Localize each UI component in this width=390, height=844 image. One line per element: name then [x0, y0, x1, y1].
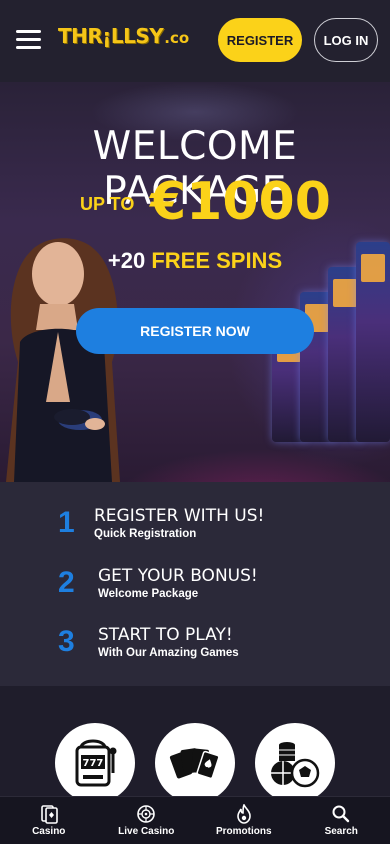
- flame-icon: [234, 804, 254, 824]
- free-spins-label: FREE SPINS: [151, 248, 283, 273]
- category-sports[interactable]: [255, 723, 335, 803]
- nav-label: Search: [324, 826, 358, 837]
- sports-chips-icon: [271, 742, 320, 788]
- svg-text:777: 777: [83, 758, 104, 769]
- step-item: 2 GET YOUR BONUS! Welcome Package: [58, 566, 258, 600]
- hero-banner: WELCOME PACKAGE UP TO €1000 +20 FREE SPI…: [0, 82, 390, 482]
- search-icon: [331, 804, 351, 824]
- step-subtitle: With Our Amazing Games: [98, 647, 239, 659]
- nav-label: Promotions: [215, 826, 272, 837]
- nav-label: Live Casino: [118, 826, 175, 837]
- logo-sub-text: .co: [164, 29, 190, 47]
- step-subtitle: Quick Registration: [94, 528, 197, 540]
- page: THR¡LLSY .co REGISTER LOG IN WELCOME PAC…: [0, 0, 390, 844]
- hero-free-spins: +20 FREE SPINS: [0, 248, 390, 274]
- nav-item-promotions[interactable]: Promotions: [195, 797, 293, 844]
- nav-item-casino[interactable]: Casino: [0, 797, 98, 844]
- roulette-icon: [136, 804, 156, 824]
- slot-machine-icon: 777: [75, 739, 117, 787]
- game-categories: 777: [0, 686, 390, 803]
- step-number: 3: [58, 625, 75, 658]
- step-item: 3 START TO PLAY! With Our Amazing Games: [58, 625, 239, 659]
- step-subtitle: Welcome Package: [98, 588, 199, 600]
- logo-main-text: THR¡LLSY: [58, 24, 164, 48]
- step-number: 1: [58, 506, 75, 539]
- category-slots[interactable]: 777: [55, 723, 135, 803]
- bottom-navigation: Casino Live Casino Promotions Search: [0, 796, 390, 844]
- nav-item-search[interactable]: Search: [293, 797, 390, 844]
- nav-item-live-casino[interactable]: Live Casino: [98, 797, 196, 844]
- hero-bonus-amount: €1000: [150, 172, 331, 232]
- playing-cards-icon: [169, 748, 220, 780]
- step-title: START TO PLAY!: [98, 625, 233, 645]
- hamburger-menu-icon[interactable]: [16, 30, 41, 50]
- step-number: 2: [58, 566, 75, 599]
- login-button[interactable]: LOG IN: [314, 18, 378, 62]
- steps-section: 1 REGISTER WITH US! Quick Registration 2…: [0, 482, 390, 686]
- site-logo[interactable]: THR¡LLSY .co: [58, 24, 189, 50]
- register-button[interactable]: REGISTER: [218, 18, 302, 62]
- top-header: THR¡LLSY .co REGISTER LOG IN: [0, 0, 390, 82]
- step-title: REGISTER WITH US!: [94, 506, 265, 526]
- step-item: 1 REGISTER WITH US! Quick Registration: [58, 506, 264, 540]
- step-title: GET YOUR BONUS!: [98, 566, 258, 586]
- hero-upto-label: UP TO: [80, 194, 135, 214]
- register-now-button[interactable]: REGISTER NOW: [76, 308, 314, 354]
- cards-icon: [39, 804, 59, 824]
- free-spins-count: +20: [107, 248, 146, 273]
- category-cards[interactable]: [155, 723, 235, 803]
- nav-label: Casino: [32, 826, 66, 837]
